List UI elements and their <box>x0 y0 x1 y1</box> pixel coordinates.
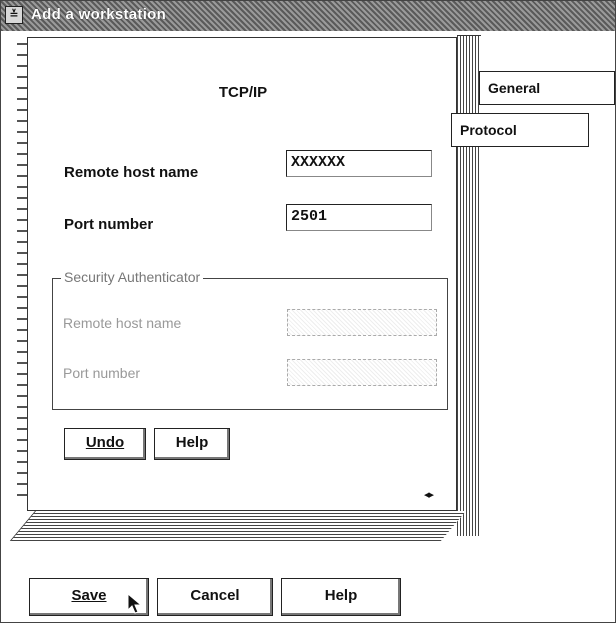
notebook-page-edges-right <box>457 35 481 536</box>
system-menu-icon[interactable]: ≚ <box>5 6 23 24</box>
security-port-number-input[interactable] <box>287 359 437 386</box>
tab-protocol-label: Protocol <box>460 122 517 138</box>
remote-host-input[interactable]: XXXXXX <box>286 150 432 177</box>
page-navigation-icon[interactable]: ◂▸ <box>424 488 452 502</box>
security-remote-host-label: Remote host name <box>63 315 182 331</box>
remote-host-label: Remote host name <box>64 164 199 181</box>
undo-button-label: Undo <box>85 434 125 451</box>
footer-help-button[interactable]: Help <box>281 578 401 616</box>
page-help-button-label: Help <box>175 434 209 451</box>
notebook-page-protocol: TCP/IP Remote host name XXXXXX Port numb… <box>27 37 457 511</box>
tab-protocol[interactable]: Protocol <box>451 113 589 147</box>
security-port-number-label: Port number <box>63 365 141 381</box>
notebook-page-edges-bottom <box>9 511 466 541</box>
tab-general[interactable]: General <box>479 71 615 105</box>
page-help-button[interactable]: Help <box>154 428 230 460</box>
notebook: TCP/IP Remote host name XXXXXX Port numb… <box>9 35 481 541</box>
footer-help-button-label: Help <box>324 587 358 604</box>
tab-general-label: General <box>488 80 541 96</box>
port-number-input[interactable]: 2501 <box>286 204 432 231</box>
page-title: TCP/IP <box>218 84 268 101</box>
undo-button[interactable]: Undo <box>64 428 146 460</box>
window-title: Add a workstation <box>31 6 167 23</box>
dialog-window: ≚ Add a workstation TCP/IP Remote host n… <box>0 0 616 623</box>
save-button-label: Save <box>71 587 107 604</box>
security-authenticator-legend: Security Authenticator <box>61 269 204 285</box>
cancel-button[interactable]: Cancel <box>157 578 273 616</box>
security-remote-host-input[interactable] <box>287 309 437 336</box>
security-authenticator-group: Security Authenticator Remote host name … <box>52 269 448 410</box>
port-number-label: Port number <box>64 216 154 233</box>
cancel-button-label: Cancel <box>190 587 240 604</box>
title-bar[interactable]: ≚ Add a workstation <box>1 1 615 31</box>
